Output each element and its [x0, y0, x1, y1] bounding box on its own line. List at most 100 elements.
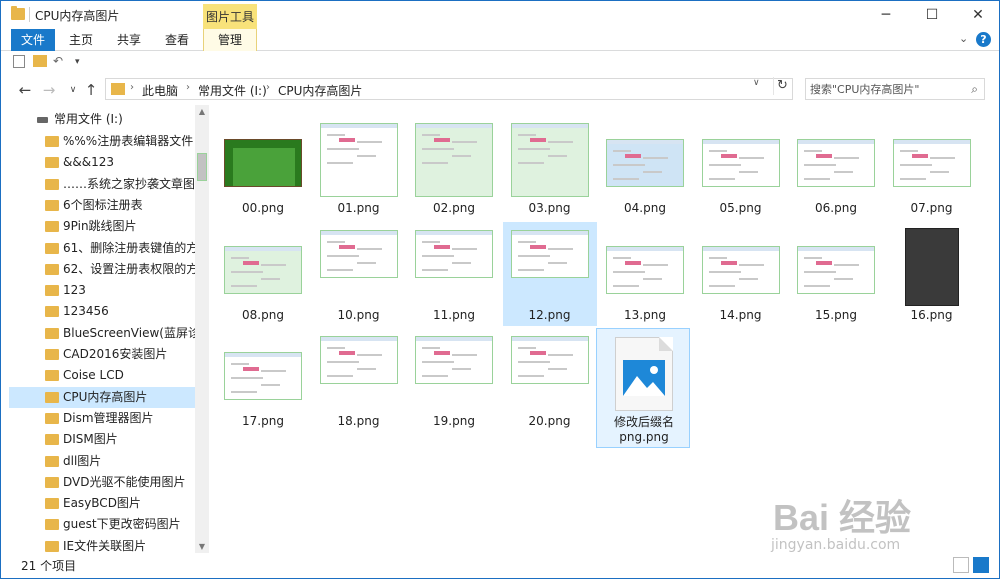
properties-icon[interactable]	[13, 55, 25, 68]
chevron-right-icon[interactable]: ›	[266, 82, 270, 93]
window-title: CPU内存高图片	[35, 9, 120, 23]
customize-toolbar-icon[interactable]: ▾	[75, 57, 80, 67]
file-tile[interactable]: 07.png	[885, 115, 979, 219]
scroll-up-icon[interactable]: ▲	[195, 107, 209, 116]
nav-folder-item[interactable]: 62、设置注册表权限的方法	[9, 259, 195, 280]
file-tile[interactable]: 03.png	[503, 115, 597, 219]
up-button[interactable]: ↑	[81, 80, 101, 100]
file-tile[interactable]: 04.png	[598, 115, 692, 219]
nav-folder-item[interactable]: dll图片	[9, 451, 195, 472]
search-input[interactable]	[810, 81, 960, 97]
breadcrumb-folder[interactable]: CPU内存高图片	[278, 82, 362, 99]
folder-icon	[45, 540, 59, 552]
nav-folder-item[interactable]: &&&123	[9, 152, 195, 173]
undo-icon[interactable]: ↶	[53, 54, 63, 68]
nav-folder-item[interactable]: DVD光驱不能使用图片	[9, 472, 195, 493]
file-tile[interactable]: 11.png	[407, 222, 501, 326]
drive-icon	[37, 116, 48, 123]
nav-folder-item[interactable]: EasyBCD图片	[9, 493, 195, 514]
file-name: 15.png	[815, 307, 857, 322]
refresh-icon[interactable]: ↻	[773, 77, 791, 95]
nav-folder-item[interactable]: Dism管理器图片	[9, 408, 195, 429]
maximize-button[interactable]: ☐	[909, 1, 955, 29]
file-tile[interactable]: 00.png	[216, 115, 310, 219]
file-tile[interactable]: 20.png	[503, 328, 597, 432]
nav-folder-item[interactable]: IE文件关联图片	[9, 536, 195, 553]
nav-folder-label: DVD光驱不能使用图片	[63, 474, 186, 489]
nav-folder-label: 6个图标注册表	[63, 197, 143, 212]
scrollbar-thumb[interactable]	[197, 153, 207, 181]
file-tile[interactable]: 05.png	[694, 115, 788, 219]
scroll-down-icon[interactable]: ▼	[195, 542, 209, 551]
minimize-button[interactable]: ─	[863, 1, 909, 29]
address-dropdown-icon[interactable]: ∨	[753, 78, 760, 88]
nav-folder-item[interactable]: Coise LCD	[9, 365, 195, 386]
file-tile[interactable]: 19.png	[407, 328, 501, 432]
file-tile[interactable]: 08.png	[216, 222, 310, 326]
nav-folder-label: dll图片	[63, 453, 102, 468]
file-name: 07.png	[910, 201, 953, 215]
large-icons-view-icon[interactable]	[973, 557, 989, 573]
file-tile[interactable]: 02.png	[407, 115, 501, 219]
file-tile[interactable]: 15.png	[789, 222, 883, 326]
folder-icon	[111, 83, 125, 95]
nav-scrollbar[interactable]: ▲ ▼	[195, 105, 209, 553]
forward-button[interactable]: →	[39, 80, 59, 100]
file-name: 08.png	[242, 307, 284, 322]
title-separator	[29, 7, 30, 22]
file-tile[interactable]: 10.png	[312, 222, 406, 326]
nav-folder-item[interactable]: BlueScreenView(蓝屏诊断工	[9, 323, 195, 344]
help-icon[interactable]: ?	[976, 32, 991, 47]
file-tile[interactable]: 06.png	[789, 115, 883, 219]
expand-ribbon-icon[interactable]: ⌄	[959, 32, 968, 45]
new-folder-icon[interactable]	[33, 55, 47, 67]
breadcrumb-this-pc[interactable]: 此电脑	[142, 82, 178, 99]
file-tile[interactable]: 12.png	[502, 221, 597, 326]
nav-folder-item[interactable]: DISM图片	[9, 429, 195, 450]
nav-folder-item[interactable]: CAD2016安装图片	[9, 344, 195, 365]
recent-locations-icon[interactable]: ∨	[63, 80, 83, 100]
file-tile[interactable]: 13.png	[598, 222, 692, 326]
file-tile[interactable]: 16.png	[885, 222, 979, 326]
nav-folder-item[interactable]: guest下更改密码图片	[9, 514, 195, 535]
nav-folder-item[interactable]: 6个图标注册表	[9, 195, 195, 216]
tab-share[interactable]: 共享	[107, 29, 151, 51]
nav-folder-item[interactable]: 123	[9, 280, 195, 301]
search-box[interactable]: ⌕	[805, 78, 985, 100]
tab-file[interactable]: 文件	[11, 29, 55, 51]
tab-manage[interactable]: 管理	[203, 29, 257, 51]
item-count: 21 个项目	[21, 559, 77, 573]
file-thumbnail	[701, 245, 780, 294]
chevron-right-icon[interactable]: ›	[186, 82, 190, 93]
folder-icon	[45, 370, 59, 382]
nav-folder-item[interactable]: ……系统之家抄袭文章图片	[9, 174, 195, 195]
nav-folder-label: 61、删除注册表键值的方法	[63, 240, 195, 255]
nav-drive[interactable]: 常用文件 (I:)	[37, 109, 123, 129]
file-tile[interactable]: 01.png	[312, 115, 406, 219]
folder-icon	[45, 285, 59, 297]
breadcrumb-drive[interactable]: 常用文件 (I:)	[198, 82, 267, 99]
file-thumbnail	[904, 227, 959, 306]
file-tile[interactable]: 18.png	[312, 328, 406, 432]
nav-folder-item[interactable]: 123456	[9, 301, 195, 322]
back-button[interactable]: ←	[15, 80, 35, 100]
folder-icon	[45, 455, 59, 467]
nav-folder-item[interactable]: 9Pin跳线图片	[9, 216, 195, 237]
file-thumbnail	[797, 245, 875, 294]
nav-folder-item[interactable]: 61、删除注册表键值的方法	[9, 238, 195, 259]
file-name: 14.png	[719, 307, 762, 322]
nav-folder-label: 62、设置注册表权限的方法	[63, 261, 195, 276]
address-bar[interactable]: › 此电脑 › 常用文件 (I:) › CPU内存高图片	[105, 78, 793, 100]
close-button[interactable]: ✕	[955, 1, 999, 29]
nav-folder-item[interactable]: %%%注册表编辑器文件	[9, 131, 195, 152]
file-tile[interactable]: 17.png	[216, 328, 310, 432]
file-tile[interactable]: 修改后缀名 png.png	[596, 328, 690, 448]
chevron-right-icon[interactable]: ›	[130, 82, 134, 93]
tab-view[interactable]: 查看	[155, 29, 199, 51]
search-icon[interactable]: ⌕	[971, 82, 978, 97]
tab-home[interactable]: 主页	[59, 29, 103, 51]
nav-folder-item[interactable]: CPU内存高图片	[9, 386, 195, 408]
explorer-window: CPU内存高图片 图片工具 ─ ☐ ✕ 文件 主页 共享 查看 管理 ⌄ ? ↶…	[0, 0, 1000, 579]
file-tile[interactable]: 14.png	[694, 222, 788, 326]
file-name: 17.png	[242, 414, 284, 428]
